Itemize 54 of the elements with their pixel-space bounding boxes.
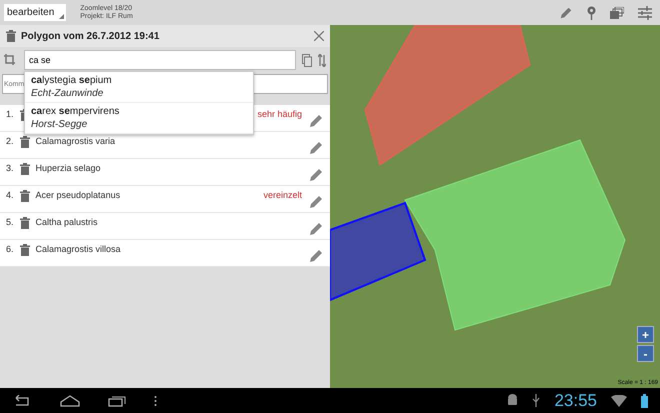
- recent-apps-icon[interactable]: [108, 394, 126, 406]
- crop-icon[interactable]: [4, 54, 18, 66]
- android-icon: [507, 394, 518, 407]
- row-number: 5.: [6, 217, 14, 227]
- suggestion-item[interactable]: carex sempervirens: [31, 106, 247, 117]
- pencil-icon[interactable]: [308, 140, 324, 156]
- pencil-icon[interactable]: [559, 6, 573, 20]
- trash-icon[interactable]: [20, 244, 30, 256]
- clock-text: 23:55: [554, 390, 597, 410]
- trash-icon[interactable]: [20, 163, 30, 175]
- trash-icon[interactable]: [20, 217, 30, 229]
- close-icon[interactable]: [314, 31, 324, 41]
- pencil-icon[interactable]: [308, 167, 324, 183]
- species-name: Huperzia selago: [36, 163, 101, 173]
- usb-icon: [532, 394, 540, 407]
- row-number: 6.: [6, 244, 14, 254]
- menu-icon[interactable]: [154, 394, 157, 406]
- mode-spinner[interactable]: bearbeiten: [4, 4, 66, 21]
- species-row[interactable]: 4. Acer pseudoplatanus vereinzelt: [0, 186, 330, 213]
- pencil-icon[interactable]: [308, 221, 324, 237]
- zoom-out-button[interactable]: -: [637, 345, 654, 362]
- species-row[interactable]: 6. Calamagrostis villosa: [0, 240, 330, 267]
- trash-icon[interactable]: [20, 136, 30, 148]
- copy-icon[interactable]: [302, 54, 312, 66]
- suggestion-item[interactable]: calystegia sepium: [31, 75, 247, 86]
- zoom-in-button[interactable]: +: [637, 326, 654, 343]
- sliders-icon[interactable]: [638, 6, 652, 20]
- species-name: Acer pseudoplatanus: [36, 190, 120, 200]
- suggestion-common-name: Horst-Segge: [31, 119, 88, 130]
- pencil-icon[interactable]: [308, 113, 324, 129]
- row-number: 3.: [6, 163, 14, 173]
- suggestion-common-name: Echt-Zaunwinde: [31, 88, 104, 99]
- row-number: 2.: [6, 136, 14, 146]
- species-name: Calamagrostis villosa: [36, 244, 121, 254]
- sort-icon[interactable]: [318, 54, 326, 66]
- frequency-label: vereinzelt: [263, 190, 302, 200]
- species-name: Caltha palustris: [36, 217, 98, 227]
- species-row[interactable]: 3. Huperzia selago: [0, 159, 330, 186]
- species-name: Calamagrostis varia: [36, 136, 116, 146]
- row-number: 1.: [6, 109, 14, 119]
- species-search-field[interactable]: ca se: [24, 50, 296, 70]
- delete-icon[interactable]: [6, 30, 16, 42]
- layers-icon[interactable]: [610, 6, 624, 18]
- pencil-icon[interactable]: [308, 194, 324, 210]
- home-icon[interactable]: [60, 394, 80, 406]
- frequency-label: sehr häufig: [257, 109, 302, 119]
- location-pin-icon[interactable]: [587, 6, 596, 20]
- polygon-title: Polygon vom 26.7.2012 19:41: [21, 30, 160, 42]
- row-number: 4.: [6, 190, 14, 200]
- species-row[interactable]: 5. Caltha palustris: [0, 213, 330, 240]
- trash-icon[interactable]: [20, 190, 30, 202]
- pencil-icon[interactable]: [308, 248, 324, 264]
- battery-icon: [641, 394, 648, 408]
- wifi-icon: [611, 394, 627, 406]
